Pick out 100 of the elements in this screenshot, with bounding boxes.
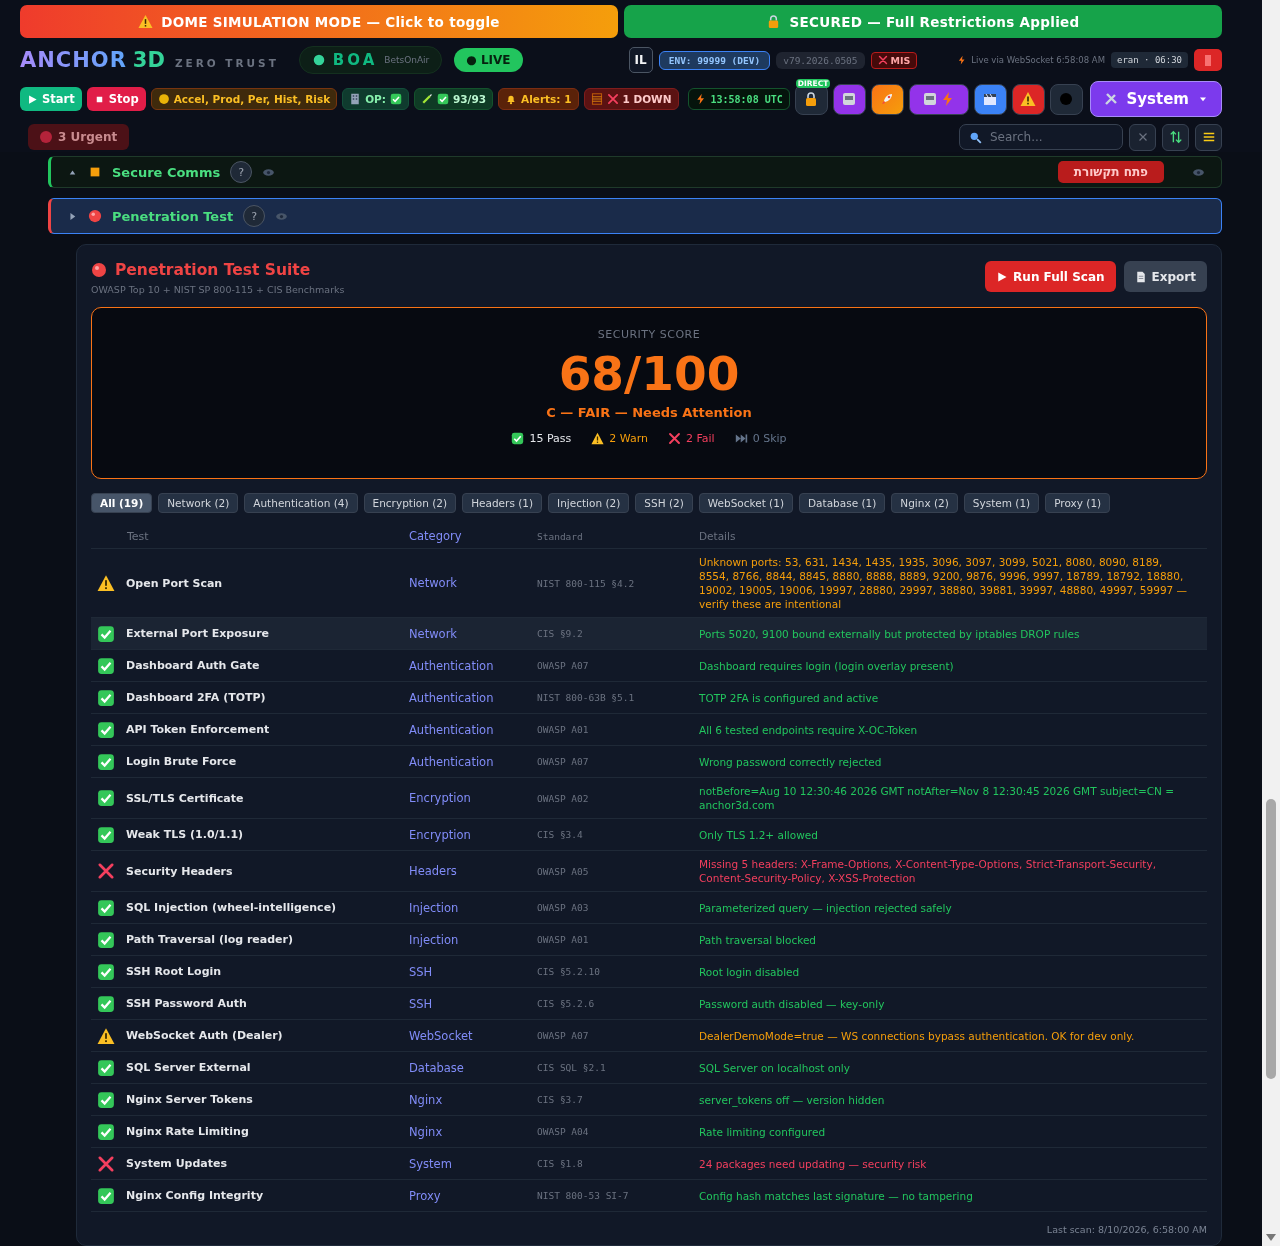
details-cell: DealerDemoMode=true — WS connections bypass authentication. OK for dev only.: [699, 1029, 1135, 1042]
column-header: Standard: [537, 530, 583, 542]
play-icon: [996, 270, 1009, 283]
details-cell: All 6 tested endpoints require X-OC-Token: [699, 723, 918, 736]
standard-cell: CIS §1.8: [537, 1158, 583, 1169]
filter-tab[interactable]: System (1): [963, 493, 1040, 513]
standard-cell: OWASP A04: [537, 1126, 589, 1137]
site-name: BetsOnAir: [384, 55, 430, 65]
category-cell: Authentication: [409, 658, 494, 673]
system-menu-button[interactable]: System: [1089, 81, 1222, 117]
filter-tab[interactable]: Network (2): [158, 493, 239, 513]
standard-cell: OWASP A03: [537, 902, 589, 913]
last-scan-time: Last scan: 8/10/2026, 6:58:00 AM: [1046, 1224, 1207, 1235]
test-name: SQL Injection (wheel-intelligence): [126, 901, 337, 914]
power-button[interactable]: [1194, 49, 1222, 71]
slot-machine-button[interactable]: [908, 83, 969, 115]
slot-machine-button[interactable]: [832, 83, 866, 115]
app-logo-suffix: 3D: [132, 48, 165, 72]
filter-tab[interactable]: Headers (1): [462, 493, 543, 513]
category-cell: Nginx: [409, 1092, 443, 1107]
standard-cell: CIS SQL §2.1: [537, 1062, 606, 1073]
score-count: 2 Fail: [686, 432, 715, 446]
check-icon: [97, 1186, 115, 1205]
filter-tab[interactable]: Proxy (1): [1045, 493, 1111, 513]
details-cell: Ports 5020, 9100 bound externally but protected by iptables DROP rules: [699, 627, 1080, 640]
standard-cell: NIST 800-53 SI-7: [537, 1190, 629, 1201]
score-count: 15 Pass: [529, 432, 572, 446]
search-field[interactable]: Search...: [959, 124, 1123, 150]
building-icon: [349, 93, 362, 105]
status-chip[interactable]: 93/93: [414, 88, 494, 110]
score-label: SECURITY SCORE: [597, 328, 701, 341]
standard-cell: OWASP A07: [537, 660, 589, 671]
standard-cell: CIS §3.7: [537, 1094, 583, 1105]
site-badge[interactable]: BOA BetsOnAir: [298, 46, 443, 74]
scrollbar[interactable]: [1262, 0, 1280, 1246]
test-name: SSH Password Auth: [126, 997, 247, 1010]
rocket-button[interactable]: [870, 83, 904, 115]
stop-button[interactable]: Stop: [86, 87, 146, 111]
filter-tab[interactable]: SSH (2): [635, 493, 693, 513]
cross-icon: [97, 862, 115, 880]
filter-tab[interactable]: Encryption (2): [363, 493, 457, 513]
column-header: Category: [409, 529, 462, 543]
details-cell: notBefore=Aug 10 12:30:46 2026 GMT notAfter=Nov 8 12:30:45 2026 GMT subject=CN = anchor3d.com: [699, 785, 1175, 811]
filter-tab[interactable]: Database (1): [799, 493, 886, 513]
abacus-icon: [590, 93, 603, 105]
warning-icon: [1020, 91, 1037, 107]
test-name: Nginx Server Tokens: [126, 1093, 253, 1106]
open-comms-button[interactable]: פתח תקשורת: [1057, 161, 1164, 183]
column-header: Details: [699, 530, 736, 542]
clapperboard-button[interactable]: [973, 83, 1007, 115]
status-dot-icon: [311, 53, 326, 67]
category-cell: Database: [409, 1060, 464, 1075]
locale-button[interactable]: IL: [628, 47, 653, 73]
scrollbar-thumb[interactable]: [1266, 799, 1276, 1079]
filter-tab[interactable]: Injection (2): [548, 493, 630, 513]
alert-button[interactable]: [1011, 83, 1045, 115]
status-chip[interactable]: Alerts: 1: [498, 88, 579, 110]
syringe-icon: [421, 93, 433, 105]
help-button[interactable]: ?: [243, 205, 266, 227]
filter-tab[interactable]: Nginx (2): [891, 493, 958, 513]
category-cell: Authentication: [409, 754, 494, 769]
status-chip[interactable]: 1 DOWN: [583, 88, 679, 110]
test-name: Login Brute Force: [126, 755, 237, 768]
sort-button[interactable]: [1162, 123, 1189, 151]
standard-cell: OWASP A05: [537, 865, 589, 877]
section-header[interactable]: Penetration Test ?: [48, 198, 1222, 234]
test-name: SQL Server External: [126, 1061, 251, 1074]
status-dot-icon: [91, 262, 107, 278]
score-grade: C — FAIR — Needs Attention: [546, 405, 752, 421]
warning-icon: [97, 1026, 115, 1045]
category-cell: Encryption: [409, 827, 471, 842]
cross-icon: [668, 432, 681, 446]
status-chip[interactable]: 13:58:08 UTC: [687, 88, 790, 110]
scroll-down-icon[interactable]: [1266, 1234, 1276, 1242]
test-name: Open Port Scan: [126, 576, 223, 590]
mis-badge: MIS: [870, 51, 918, 69]
site-code: BOA: [332, 51, 378, 69]
slot-machine-icon: [841, 91, 858, 107]
filter-tab[interactable]: All (19): [91, 493, 153, 513]
standard-cell: CIS §3.4: [537, 829, 583, 840]
details-cell: server_tokens off — version hidden: [699, 1093, 885, 1106]
status-chip[interactable]: OP:: [342, 88, 409, 110]
details-cell: Only TLS 1.2+ allowed: [699, 828, 818, 841]
warning-icon: [138, 14, 154, 29]
section-title: Penetration Test: [112, 208, 234, 224]
urgent-button[interactable]: 3 Urgent: [28, 124, 130, 150]
category-cell: WebSocket: [409, 1028, 473, 1043]
test-name: Security Headers: [126, 864, 233, 878]
test-name: Dashboard Auth Gate: [126, 659, 260, 672]
test-name: Path Traversal (log reader): [126, 933, 294, 946]
export-button[interactable]: Export: [1123, 261, 1207, 292]
help-button[interactable]: ?: [230, 161, 253, 183]
status-chip[interactable]: Accel, Prod, Per, Hist, Risk: [150, 88, 338, 110]
check-icon: [511, 432, 525, 446]
filter-tab[interactable]: Authentication (4): [244, 493, 358, 513]
check-icon: [97, 752, 115, 771]
test-name: SSL/TLS Certificate: [126, 791, 244, 805]
menu-button[interactable]: [1195, 123, 1222, 151]
run-scan-button[interactable]: Run Full Scan: [985, 261, 1116, 292]
filter-tab[interactable]: WebSocket (1): [698, 493, 793, 513]
